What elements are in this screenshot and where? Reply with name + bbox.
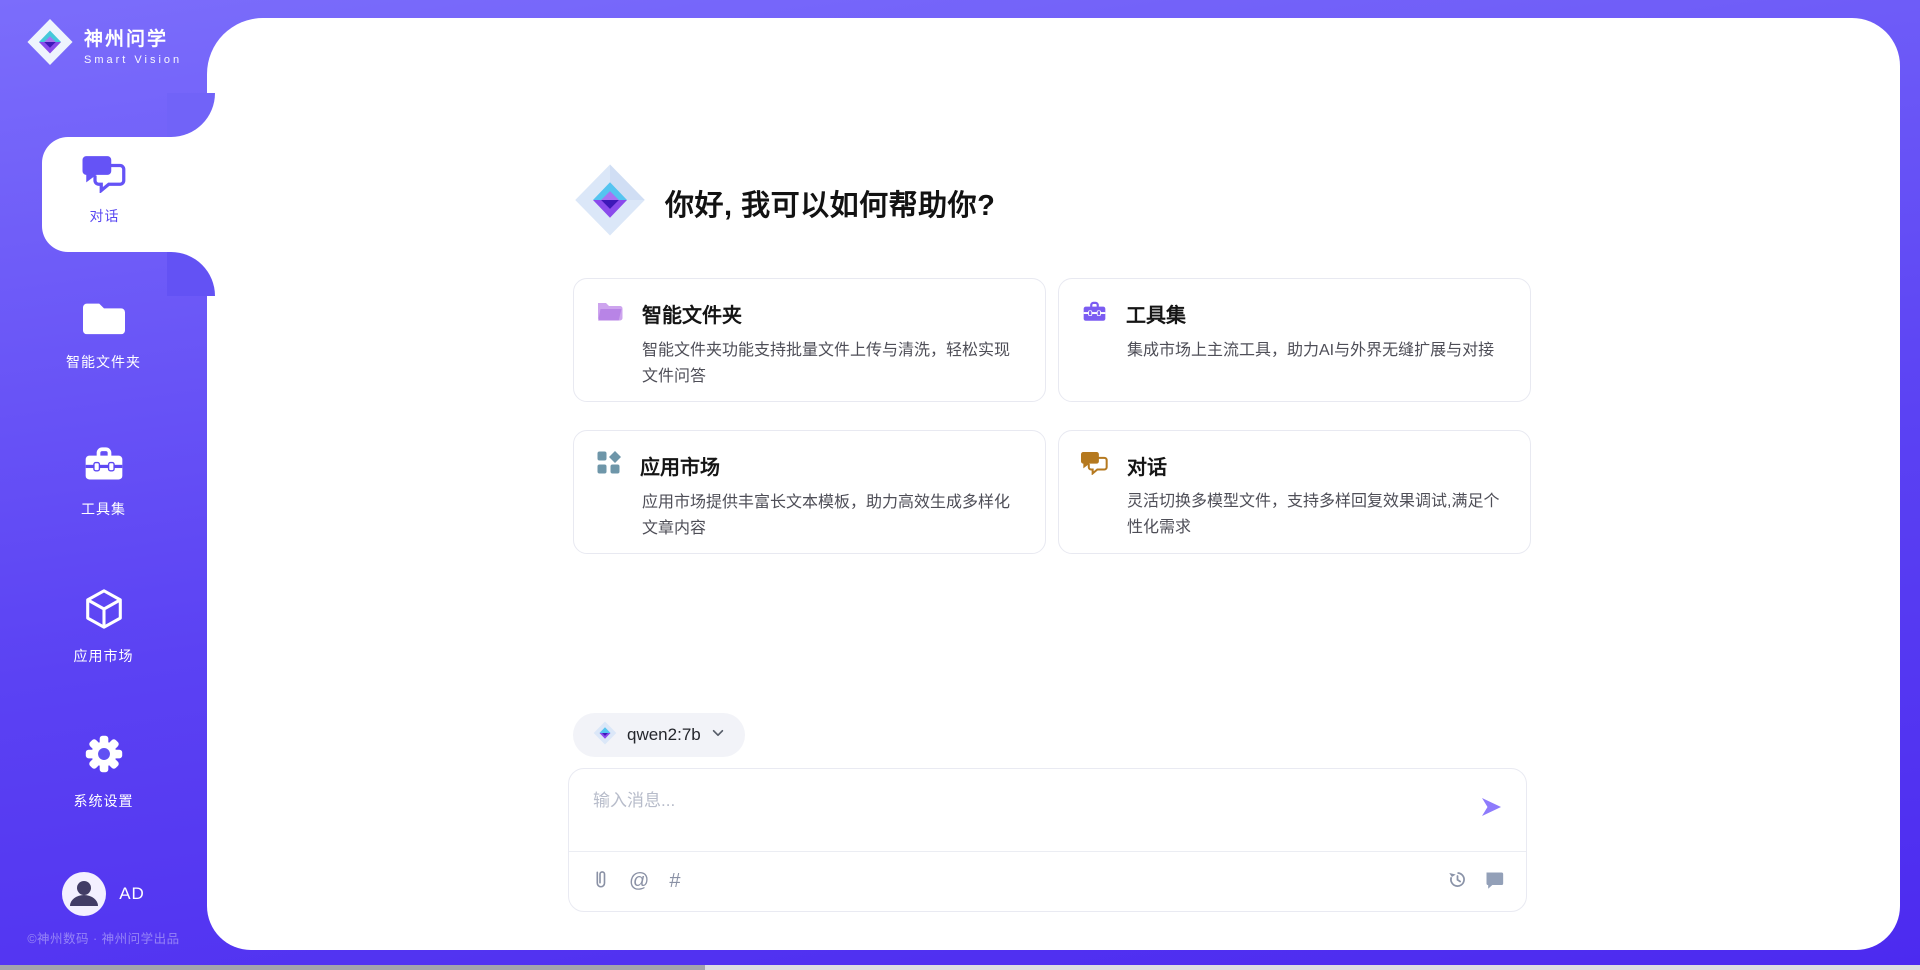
card-desc: 集成市场上主流工具，助力AI与外界无缝扩展与对接 [1127, 338, 1508, 364]
card-title: 智能文件夹 [642, 299, 742, 328]
comment-button[interactable] [1484, 870, 1504, 893]
folder-icon [0, 296, 207, 343]
user-name: AD [119, 884, 145, 904]
comment-icon [1484, 870, 1504, 893]
main-panel: 你好, 我可以如何帮助你? 智能文件夹 智能文件夹功能支持批量文件上传与清洗，轻… [207, 18, 1900, 950]
copyright-text: ©神州数码 · 神州问学出品 [0, 928, 207, 947]
sidebar-item-label: 工具集 [0, 499, 207, 519]
greeting-block: 你好, 我可以如何帮助你? [573, 163, 995, 242]
sidebar-item-label: 智能文件夹 [0, 352, 207, 372]
model-name: qwen2:7b [627, 725, 701, 745]
card-desc: 灵活切换多模型文件，支持多样回复效果调试,满足个性化需求 [1127, 489, 1508, 540]
brand-logo: 神州问学 Smart Vision [26, 18, 182, 71]
composer-toolbar: @ # [591, 865, 1504, 897]
card-app-market[interactable]: 应用市场 应用市场提供丰富长文本模板，助力高效生成多样化文章内容 [573, 430, 1046, 554]
hash-icon: # [669, 870, 680, 893]
model-diamond-icon [593, 721, 617, 750]
sidebar-item-label: 应用市场 [0, 646, 207, 666]
history-button[interactable] [1447, 869, 1468, 893]
brand-subtitle: Smart Vision [84, 54, 182, 66]
tab-curve-bottom [167, 252, 215, 296]
send-arrow-icon [1479, 807, 1503, 822]
sidebar-item-toolset[interactable]: 工具集 [0, 441, 207, 519]
model-selector[interactable]: qwen2:7b [573, 713, 745, 757]
briefcase-icon [0, 441, 207, 490]
chat-bubbles-icon [82, 180, 128, 197]
scrollbar-thumb[interactable] [0, 965, 705, 970]
history-icon [1447, 869, 1468, 893]
message-composer: @ # [568, 768, 1527, 912]
sidebar-item-app-market[interactable]: 应用市场 [0, 586, 207, 666]
composer-divider [569, 851, 1526, 852]
card-smart-folder[interactable]: 智能文件夹 智能文件夹功能支持批量文件上传与清洗，轻松实现文件问答 [573, 278, 1046, 402]
mention-button[interactable]: @ [629, 870, 649, 893]
sidebar-item-smart-folder[interactable]: 智能文件夹 [0, 296, 207, 372]
card-title: 对话 [1127, 451, 1167, 480]
horizontal-scrollbar [0, 965, 1920, 970]
tab-curve-top [167, 93, 215, 137]
folder-icon [596, 298, 624, 329]
card-desc: 智能文件夹功能支持批量文件上传与清洗，轻松实现文件问答 [642, 338, 1023, 389]
brand-diamond-icon [26, 18, 74, 71]
attach-button[interactable] [591, 868, 609, 895]
briefcase-icon [1081, 298, 1108, 329]
chat-bubbles-icon [1081, 450, 1109, 480]
at-icon: @ [629, 870, 649, 893]
card-toolset[interactable]: 工具集 集成市场上主流工具，助力AI与外界无缝扩展与对接 [1058, 278, 1531, 402]
sidebar-item-label: 系统设置 [0, 791, 207, 811]
brand-diamond-icon [573, 163, 647, 242]
cube-icon [0, 586, 207, 637]
card-title: 应用市场 [640, 451, 720, 480]
sidebar-item-chat[interactable]: 对话 [42, 137, 214, 252]
brand-title: 神州问学 [84, 24, 182, 51]
card-desc: 应用市场提供丰富长文本模板，助力高效生成多样化文章内容 [642, 490, 1023, 541]
gear-icon [0, 731, 207, 782]
hash-button[interactable]: # [669, 870, 680, 893]
send-button[interactable] [1478, 795, 1504, 821]
avatar [62, 872, 106, 916]
card-title: 工具集 [1126, 299, 1186, 328]
card-chat[interactable]: 对话 灵活切换多模型文件，支持多样回复效果调试,满足个性化需求 [1058, 430, 1531, 554]
paperclip-icon [591, 868, 609, 895]
user-profile[interactable]: AD [0, 872, 207, 916]
greeting-title: 你好, 我可以如何帮助你? [665, 182, 995, 224]
message-input[interactable] [591, 784, 1445, 846]
sidebar-item-settings[interactable]: 系统设置 [0, 731, 207, 811]
apps-grid-icon [596, 450, 622, 481]
app-root: 你好, 我可以如何帮助你? 智能文件夹 智能文件夹功能支持批量文件上传与清洗，轻… [0, 0, 1920, 970]
feature-cards: 智能文件夹 智能文件夹功能支持批量文件上传与清洗，轻松实现文件问答 [573, 278, 1531, 554]
chevron-down-icon [711, 726, 725, 745]
sidebar-item-label: 对话 [42, 206, 167, 226]
